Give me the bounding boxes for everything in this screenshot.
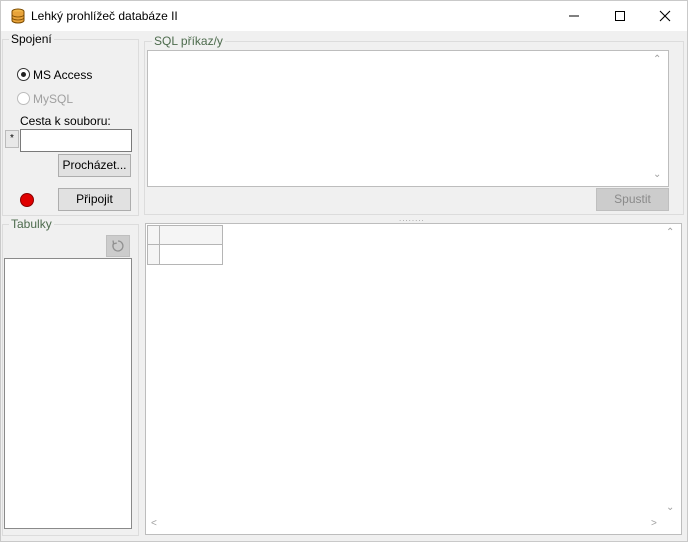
tables-list[interactable] xyxy=(4,258,132,529)
path-input[interactable] xyxy=(20,129,132,152)
sql-legend: SQL příkaz/y xyxy=(152,34,225,48)
minimize-button[interactable] xyxy=(551,1,597,31)
radio-mysql[interactable] xyxy=(17,92,30,105)
sql-editor[interactable] xyxy=(147,50,669,187)
refresh-tables-button[interactable] xyxy=(106,235,130,257)
grid-scroll-down-icon[interactable]: ⌄ xyxy=(666,502,674,513)
connection-status-indicator xyxy=(20,193,34,207)
radio-ms-access-label[interactable]: MS Access xyxy=(33,68,92,82)
radio-mysql-label[interactable]: MySQL xyxy=(33,92,73,106)
database-icon xyxy=(11,8,25,24)
grid-column-header[interactable] xyxy=(159,225,223,245)
path-required-marker: * xyxy=(5,130,19,148)
grid-scroll-right-icon[interactable]: > xyxy=(651,518,657,529)
connection-legend: Spojení xyxy=(9,32,54,46)
grid-scroll-left-icon[interactable]: < xyxy=(151,518,157,529)
connect-button[interactable]: Připojit xyxy=(58,188,131,211)
app-window: Lehký prohlížeč databáze II Spojení MS A… xyxy=(0,0,688,542)
close-icon xyxy=(659,10,671,22)
sql-scroll-up-icon[interactable]: ⌃ xyxy=(653,54,661,65)
run-button[interactable]: Spustit xyxy=(596,188,669,211)
window-title: Lehký prohlížeč databáze II xyxy=(31,9,178,23)
maximize-button[interactable] xyxy=(597,1,643,31)
minimize-icon xyxy=(569,15,579,17)
tables-legend: Tabulky xyxy=(9,217,54,231)
splitter-handle[interactable]: ........ xyxy=(399,214,425,223)
results-grid[interactable] xyxy=(145,223,682,535)
radio-ms-access[interactable] xyxy=(17,68,30,81)
refresh-icon xyxy=(112,240,124,252)
title-bar[interactable]: Lehký prohlížeč databáze II xyxy=(1,1,687,31)
grid-scroll-up-icon[interactable]: ⌃ xyxy=(666,227,674,238)
maximize-icon xyxy=(615,11,625,21)
close-button[interactable] xyxy=(642,1,688,31)
path-label: Cesta k souboru: xyxy=(20,114,111,128)
browse-button[interactable]: Procházet... xyxy=(58,154,131,177)
sql-scroll-down-icon[interactable]: ⌄ xyxy=(653,169,661,180)
grid-cell[interactable] xyxy=(159,244,223,265)
